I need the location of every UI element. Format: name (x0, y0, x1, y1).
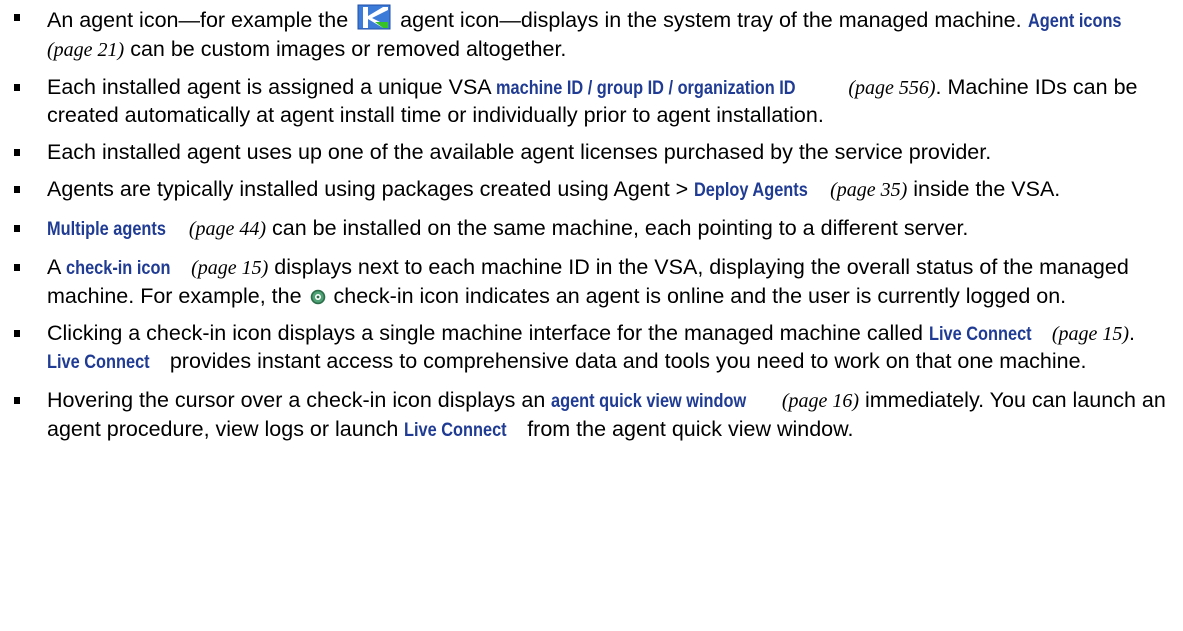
text: Each installed agent uses up one of the … (47, 140, 992, 164)
page-reference: (page 44) (188, 218, 267, 240)
list-item: Each installed agent uses up one of the … (14, 139, 1179, 166)
text: check-in icon indicates an agent is onli… (333, 283, 1067, 308)
text: Agents are typically installed using pac… (47, 177, 689, 201)
bullet-square-icon (14, 264, 20, 271)
list-item: An agent icon—for example the agent icon… (14, 4, 1179, 63)
bullet-square-icon (14, 83, 20, 91)
bullet-square-icon (14, 14, 20, 21)
link-agent-icons[interactable]: Agent icons (1028, 9, 1122, 36)
bullet-square-icon (14, 149, 20, 156)
link-agent-quick-view[interactable]: agent quick view window (551, 389, 746, 416)
page-reference: (page 21) (47, 38, 125, 61)
page-reference: (page 35) (830, 179, 908, 201)
link-deploy-agents[interactable]: Deploy Agents (694, 178, 808, 205)
link-multiple-agents[interactable]: Multiple agents (47, 217, 166, 244)
bullet-square-icon (14, 186, 20, 193)
text: An agent icon—for example the (47, 8, 349, 32)
page-reference: (page 556) (848, 76, 936, 99)
list-item: A check-in icon (page 15) displays next … (14, 254, 1179, 309)
link-live-connect[interactable]: Live Connect (929, 322, 1032, 349)
text: Each installed agent is assigned a uniqu… (47, 74, 491, 99)
bullet-square-icon (14, 397, 20, 404)
text: from the agent quick view window. (527, 416, 854, 441)
page-reference: (page 15) (191, 257, 269, 279)
text: provides instant access to comprehensive… (169, 349, 1087, 373)
text: can be installed on the same machine, ea… (272, 216, 969, 240)
list-item: Hovering the cursor over a check-in icon… (14, 387, 1179, 444)
text: Clicking a check-in icon displays a sing… (47, 320, 923, 345)
page-reference: (page 16) (781, 390, 860, 412)
list-item: Multiple agents (page 44) can be install… (14, 215, 1179, 244)
bullet-square-icon (14, 329, 20, 337)
list-item: Clicking a check-in icon displays a sing… (14, 320, 1179, 377)
kaseya-agent-icon (357, 4, 391, 30)
checkin-online-icon (310, 289, 325, 304)
text: . (1129, 320, 1135, 345)
list-item: Agents are typically installed using pac… (14, 176, 1179, 205)
link-check-in-icon[interactable]: check-in icon (66, 256, 170, 283)
text: agent icon—displays in the system tray o… (400, 8, 1022, 32)
document-body: An agent icon—for example the agent icon… (14, 4, 1179, 455)
link-live-connect-2[interactable]: Live Connect (47, 350, 150, 377)
text: Hovering the cursor over a check-in icon… (47, 388, 546, 412)
link-machine-id[interactable]: machine ID / group ID / organization ID (496, 76, 796, 103)
list-item: Each installed agent is assigned a uniqu… (14, 74, 1179, 129)
bullet-square-icon (14, 225, 20, 232)
text: inside the VSA. (913, 177, 1061, 201)
bullet-list: An agent icon—for example the agent icon… (14, 4, 1179, 444)
link-live-connect-3[interactable]: Live Connect (404, 418, 507, 445)
text: A (47, 255, 61, 279)
text: can be custom images or removed altogeth… (130, 36, 567, 61)
page-reference: (page 15) (1051, 322, 1130, 345)
